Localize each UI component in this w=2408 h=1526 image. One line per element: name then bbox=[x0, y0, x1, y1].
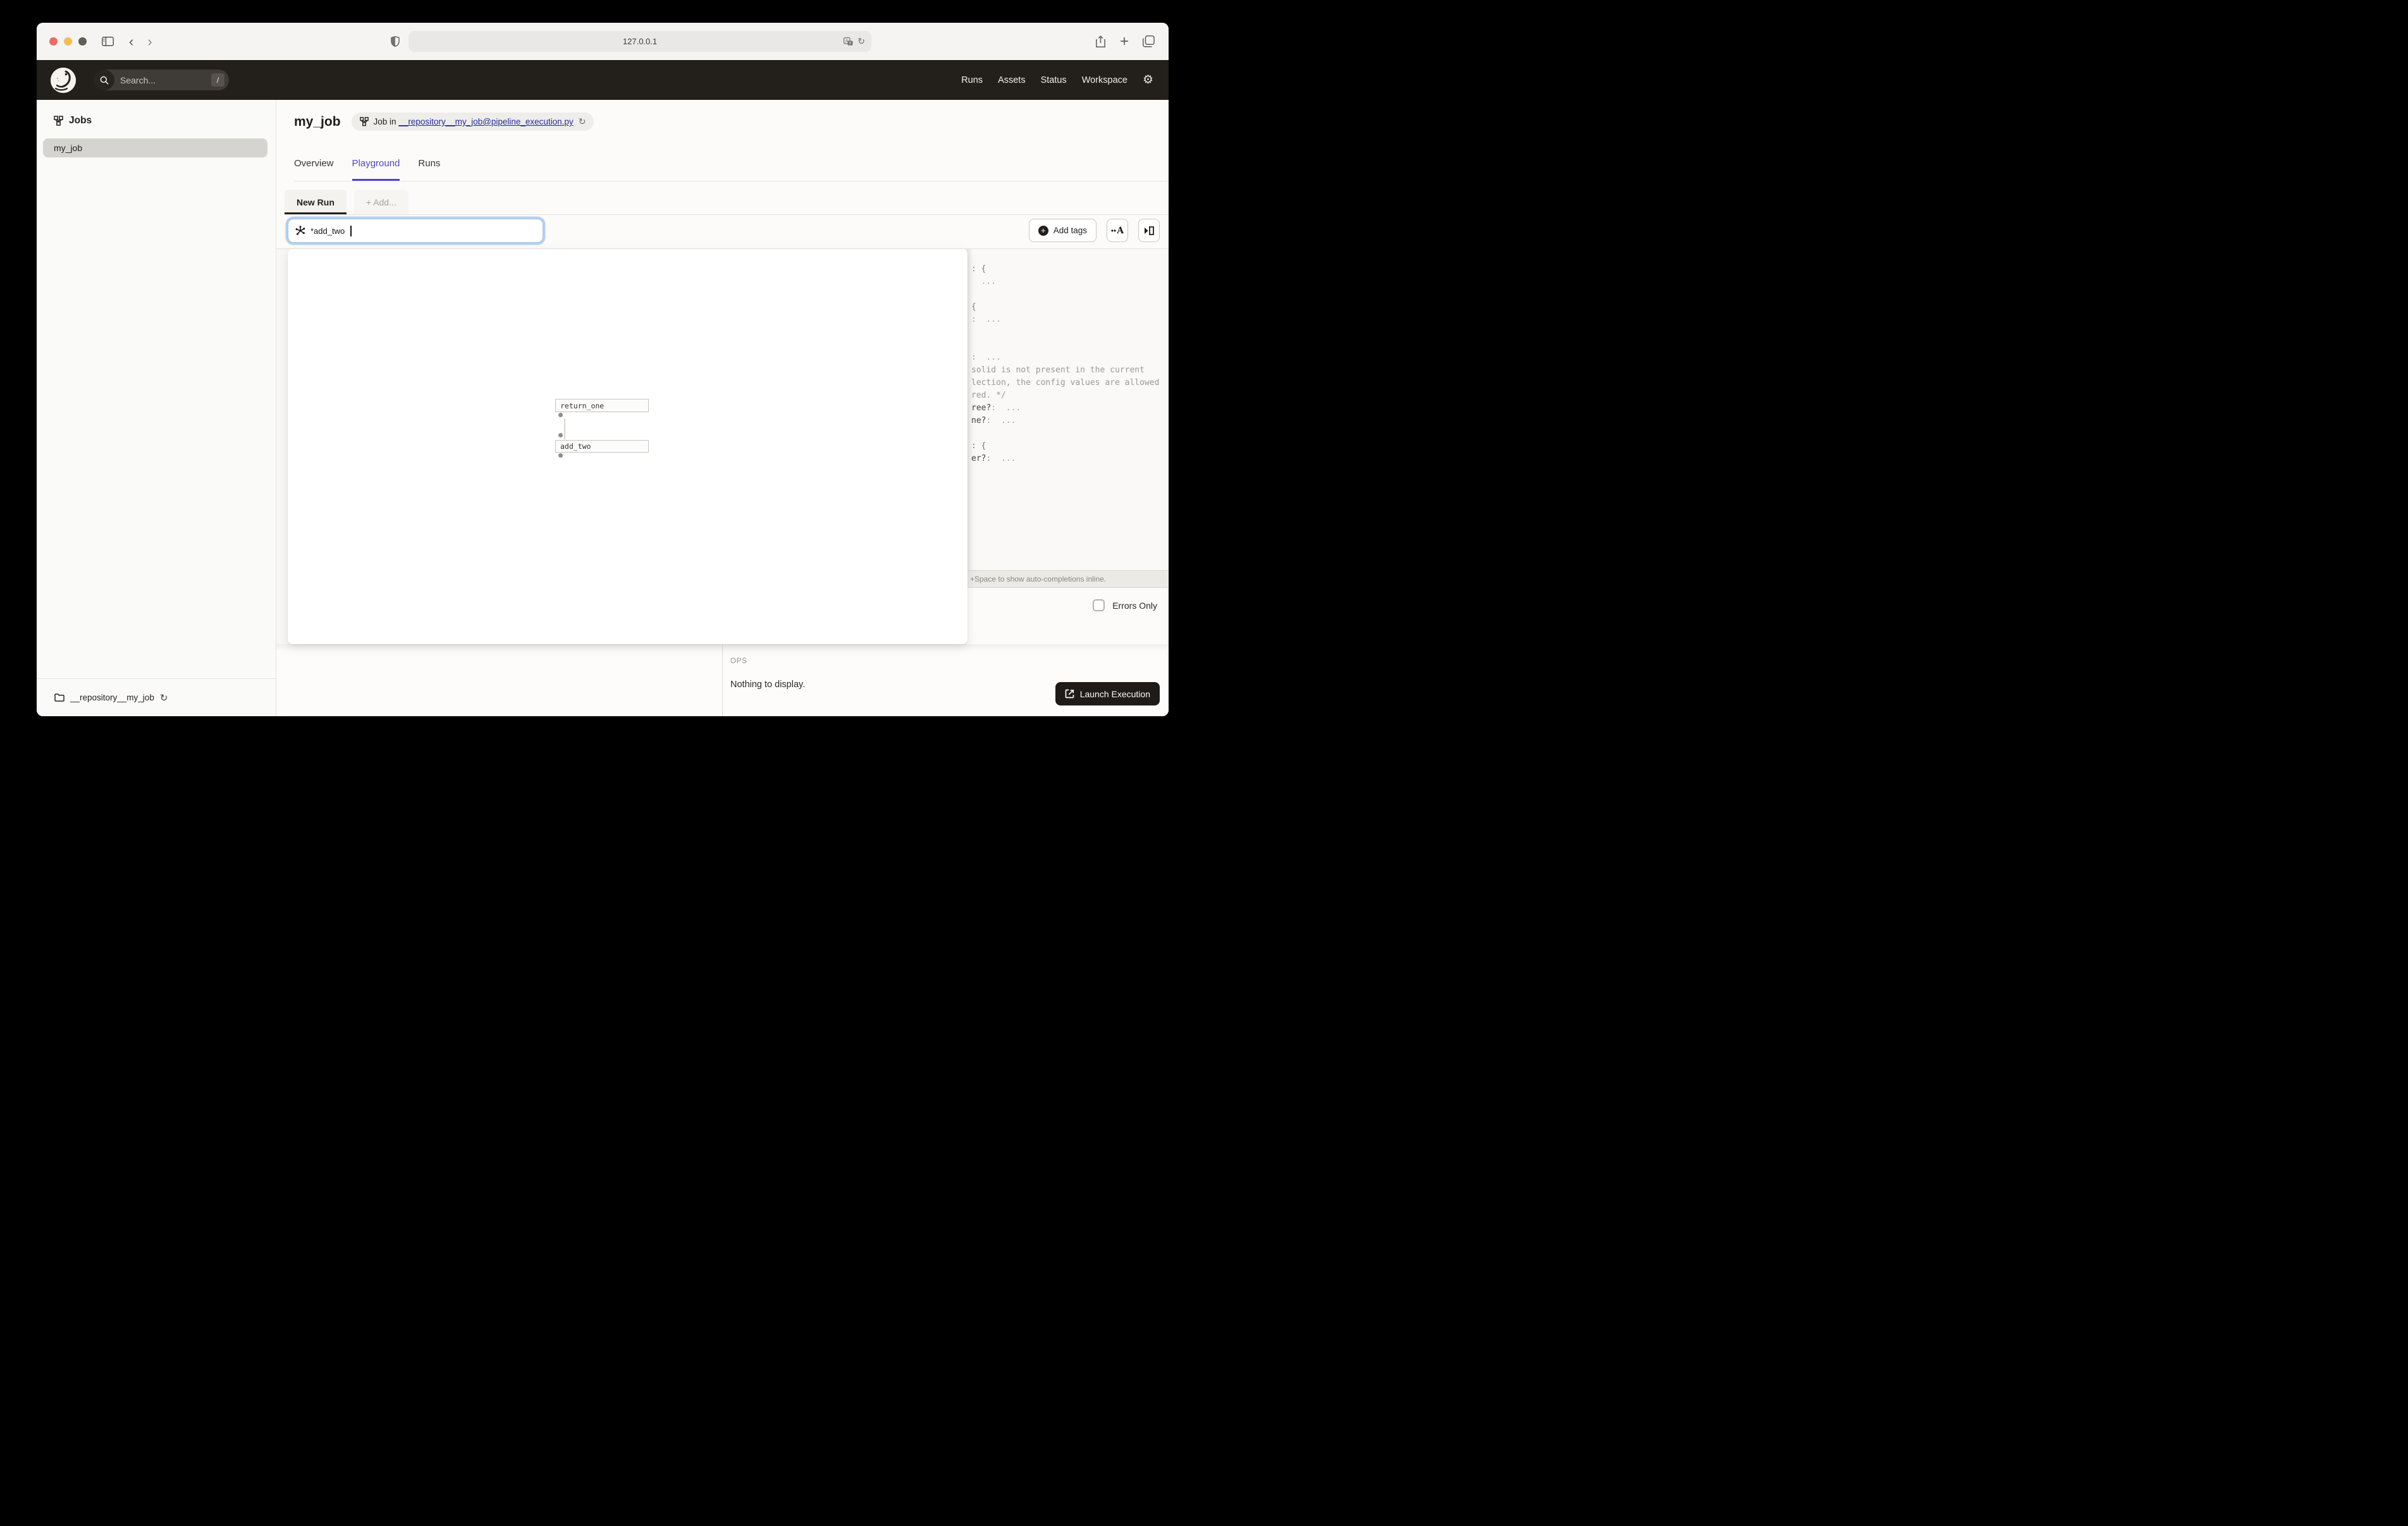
job-origin-badge: Job in __repository__my_job@pipeline_exe… bbox=[352, 113, 594, 131]
op-graph-icon bbox=[295, 226, 305, 236]
badge-reload-icon[interactable]: ↻ bbox=[579, 116, 586, 127]
dagster-logo[interactable] bbox=[51, 68, 76, 93]
job-tabs: Overview Playground Runs bbox=[294, 156, 1169, 181]
op-selector-value: *add_two bbox=[310, 226, 345, 236]
playground-workarea: : { ...{: ...: ...solid is not present i… bbox=[276, 249, 1169, 716]
browser-window: ‹ › 127.0.0.1 A文 ↻ + bbox=[37, 23, 1169, 716]
plus-icon: + bbox=[1038, 226, 1048, 236]
close-window-button[interactable] bbox=[49, 37, 58, 46]
traffic-lights bbox=[49, 37, 87, 46]
run-config-tabs: New Run + Add... bbox=[285, 190, 1169, 215]
content: Jobs my_job __repository__my_job ↻ my_jo… bbox=[37, 100, 1169, 716]
nav-workspace[interactable]: Workspace bbox=[1082, 75, 1127, 85]
zoom-window-button[interactable] bbox=[78, 37, 87, 46]
global-search[interactable]: Search... / bbox=[94, 70, 229, 90]
output-port bbox=[558, 413, 563, 417]
op-graph-canvas[interactable]: return_one add_two bbox=[288, 249, 968, 644]
search-shortcut-badge: / bbox=[211, 73, 224, 87]
app-header: Search... / Runs Assets Status Workspace… bbox=[37, 60, 1169, 100]
translate-icon[interactable]: A文 bbox=[844, 37, 853, 46]
screenshot-stage: ‹ › 127.0.0.1 A文 ↻ + bbox=[0, 0, 1204, 763]
nav-runs[interactable]: Runs bbox=[961, 75, 983, 85]
repository-reload-icon[interactable]: ↻ bbox=[160, 692, 168, 704]
nav-assets[interactable]: Assets bbox=[998, 75, 1026, 85]
op-selector-input[interactable]: *add_two bbox=[288, 219, 543, 243]
launch-icon bbox=[1065, 689, 1074, 699]
bottom-panel: OPS Nothing to display. Launch Execution bbox=[276, 644, 1169, 716]
svg-text:文: 文 bbox=[849, 40, 852, 46]
graph-node-add-two[interactable]: add_two bbox=[555, 440, 649, 453]
bottom-panel-divider bbox=[722, 644, 723, 716]
job-graph-icon bbox=[360, 117, 369, 126]
minimize-window-button[interactable] bbox=[64, 37, 72, 46]
expand-panel-icon bbox=[1144, 226, 1154, 235]
reload-icon[interactable]: ↻ bbox=[857, 36, 865, 47]
text-cursor bbox=[350, 226, 352, 236]
page-title: my_job bbox=[294, 114, 341, 130]
jobs-icon bbox=[54, 116, 63, 126]
launch-execution-button[interactable]: Launch Execution bbox=[1055, 682, 1160, 705]
editor-status-area: Errors Only bbox=[967, 588, 1168, 644]
badge-prefix: Job in bbox=[374, 117, 399, 126]
search-icon bbox=[94, 70, 114, 90]
autocomplete-hint-bar: +Space to show auto-completions inline. bbox=[967, 570, 1168, 588]
errors-only-label: Errors Only bbox=[1112, 601, 1157, 611]
tab-runs[interactable]: Runs bbox=[418, 156, 440, 181]
tab-overview[interactable]: Overview bbox=[294, 156, 334, 181]
playground-toolbar: *add_two + Add tags ••A bbox=[276, 215, 1169, 249]
config-code: : { ...{: ...: ...solid is not present i… bbox=[971, 263, 1168, 465]
autocomplete-hint-text: +Space to show auto-completions inline. bbox=[970, 575, 1106, 583]
graph-edge bbox=[564, 418, 565, 439]
forward-button[interactable]: › bbox=[147, 35, 152, 49]
repository-name: __repository__my_job bbox=[70, 693, 154, 702]
new-tab-icon[interactable]: + bbox=[1120, 34, 1129, 49]
run-tab-add[interactable]: + Add... bbox=[354, 190, 408, 214]
nav-status[interactable]: Status bbox=[1041, 75, 1067, 85]
sidebar-item-my-job[interactable]: my_job bbox=[43, 138, 267, 157]
settings-gear-icon[interactable]: ⚙ bbox=[1143, 74, 1153, 86]
tab-overview-icon[interactable] bbox=[1143, 35, 1155, 47]
pipeline-file-link[interactable]: __repository__my_job@pipeline_execution.… bbox=[398, 117, 573, 126]
tab-playground[interactable]: Playground bbox=[352, 156, 400, 181]
input-port bbox=[558, 433, 563, 437]
sidebar: Jobs my_job __repository__my_job ↻ bbox=[37, 100, 276, 716]
run-tab-new-run[interactable]: New Run bbox=[285, 190, 347, 214]
share-icon[interactable] bbox=[1095, 35, 1106, 48]
ops-section-label: OPS bbox=[730, 657, 747, 665]
url-text: 127.0.0.1 bbox=[623, 37, 657, 46]
autocomplete-button[interactable]: ••A bbox=[1107, 219, 1128, 242]
url-bar[interactable]: 127.0.0.1 A文 ↻ bbox=[408, 31, 871, 52]
privacy-shield-icon[interactable] bbox=[391, 36, 400, 47]
app-nav: Runs Assets Status Workspace ⚙ bbox=[961, 60, 1153, 100]
main-panel: my_job Job in __repository__my_job@pipel… bbox=[276, 100, 1169, 716]
expand-panel-button[interactable] bbox=[1138, 219, 1160, 242]
search-placeholder: Search... bbox=[120, 75, 156, 85]
toggle-sidebar-icon[interactable] bbox=[102, 37, 114, 46]
folder-icon bbox=[54, 693, 64, 702]
output-port bbox=[558, 453, 563, 458]
graph-node-return-one[interactable]: return_one bbox=[555, 399, 649, 412]
back-button[interactable]: ‹ bbox=[129, 35, 133, 49]
browser-chrome: ‹ › 127.0.0.1 A文 ↻ + bbox=[37, 23, 1169, 60]
add-tags-button[interactable]: + Add tags bbox=[1029, 219, 1096, 242]
sidebar-section-title: Jobs bbox=[69, 115, 92, 126]
repository-footer[interactable]: __repository__my_job ↻ bbox=[37, 678, 276, 716]
ops-empty-message: Nothing to display. bbox=[730, 680, 805, 690]
errors-only-checkbox[interactable] bbox=[1093, 599, 1105, 611]
errors-only-toggle[interactable]: Errors Only bbox=[1093, 599, 1157, 611]
